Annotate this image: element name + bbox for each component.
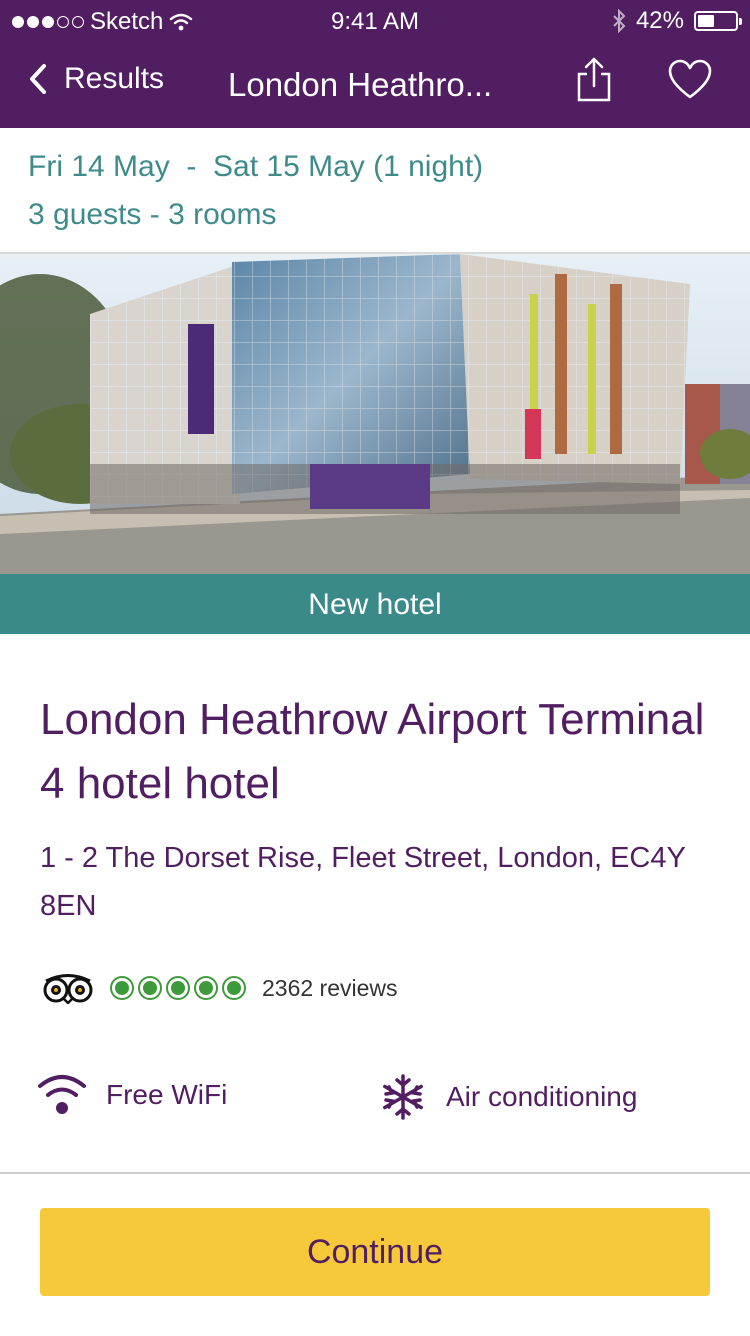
page-title: London Heathro...	[228, 66, 493, 103]
amenity-label: Air conditioning	[446, 1081, 638, 1112]
continue-button[interactable]: Continue	[40, 1208, 710, 1296]
favorite-heart-icon[interactable]	[667, 58, 713, 100]
wifi-icon	[38, 1075, 86, 1114]
stay-dates: Fri 14 May - Sat 15 May (1 night)	[28, 150, 484, 183]
tripadvisor-owl-icon	[43, 974, 93, 1004]
rating-bubble-icon	[110, 976, 134, 1000]
share-icon[interactable]	[574, 56, 614, 104]
rating-bubble-icon	[138, 976, 162, 1000]
bottom-action-bar: Continue	[0, 1172, 750, 1336]
status-bar: Sketch 9:41 AM 42%	[0, 0, 750, 40]
new-hotel-banner: New hotel	[0, 574, 750, 634]
chevron-left-icon	[30, 64, 46, 94]
rating-bubble-icon	[222, 976, 246, 1000]
battery-icon	[694, 11, 742, 31]
rating-bubbles	[110, 976, 246, 1000]
rating-bubble-icon	[166, 976, 190, 1000]
review-count: 2362 reviews	[262, 974, 398, 1001]
back-label: Results	[64, 62, 165, 95]
status-right: 42%	[612, 7, 742, 35]
back-button[interactable]: Results	[28, 62, 164, 96]
booking-summary[interactable]: Fri 14 May - Sat 15 May (1 night) 3 gues…	[0, 128, 750, 254]
tripadvisor-rating[interactable]: 2362 reviews	[40, 972, 398, 1004]
hotel-building-image	[0, 254, 750, 574]
hotel-address: 1 - 2 The Dorset Rise, Fleet Street, Lon…	[40, 842, 686, 922]
amenity-air-conditioning: Air conditioning	[380, 1074, 637, 1120]
battery-percent: 42%	[635, 7, 684, 34]
amenity-label: Free WiFi	[106, 1079, 228, 1110]
hotel-name: London Heathrow Airport Terminal 4 hotel…	[40, 695, 705, 808]
navigation-bar: Results London Heathro...	[0, 40, 750, 128]
snowflake-icon	[383, 1074, 423, 1120]
hotel-photo[interactable]	[0, 254, 750, 574]
rating-bubble-icon	[194, 976, 218, 1000]
guests-rooms: 3 guests - 3 rooms	[28, 198, 277, 231]
amenity-free-wifi: Free WiFi	[38, 1074, 227, 1116]
bluetooth-icon	[613, 9, 626, 33]
